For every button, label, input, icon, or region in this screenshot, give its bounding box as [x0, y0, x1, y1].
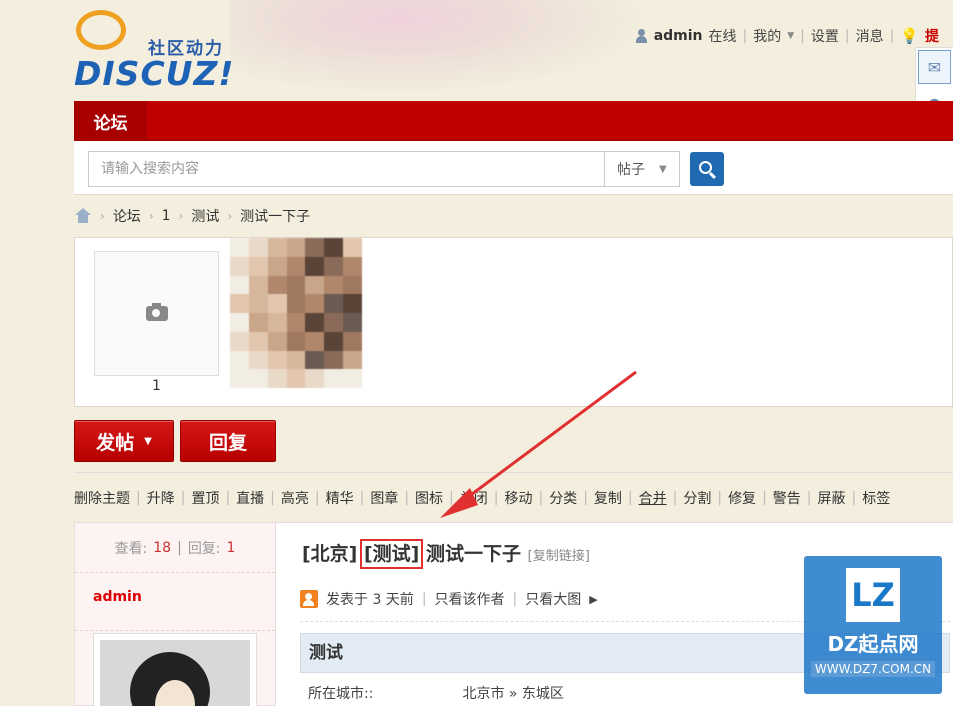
- mod-highlight[interactable]: 高亮: [281, 488, 309, 508]
- mod-merge[interactable]: 合并: [639, 488, 667, 508]
- title-tag[interactable]: [测试]: [359, 539, 424, 569]
- views-label: 查看:: [114, 540, 148, 557]
- search-input[interactable]: 请输入搜索内容: [88, 151, 604, 187]
- album-thumbnail[interactable]: [94, 251, 219, 376]
- header-decoration: [230, 0, 650, 95]
- chevron-down-icon: ▼: [659, 163, 667, 175]
- posted-time: 发表于 3 天前: [326, 592, 414, 608]
- chevron-down-icon: ▼: [144, 435, 152, 447]
- album-caption: 1: [152, 378, 161, 394]
- bulb-icon[interactable]: 💡: [900, 27, 919, 45]
- author-only-link[interactable]: 只看该作者: [435, 589, 505, 609]
- breadcrumb-item[interactable]: 1: [162, 208, 171, 224]
- mod-live[interactable]: 直播: [236, 488, 264, 508]
- username-link[interactable]: admin: [654, 28, 703, 44]
- camera-icon: [145, 303, 168, 321]
- breadcrumb-item[interactable]: 测试一下子: [240, 206, 310, 226]
- watermark-logo: LZ: [846, 568, 900, 622]
- post-button[interactable]: 发帖 ▼: [74, 420, 174, 462]
- watermark: LZ DZ起点网 WWW.DZ7.COM.CN: [804, 556, 942, 694]
- reply-button[interactable]: 回复: [180, 420, 276, 462]
- reply-button-label: 回复: [208, 431, 247, 454]
- mod-split[interactable]: 分割: [683, 488, 711, 508]
- breadcrumb-item[interactable]: 测试: [191, 206, 219, 226]
- replies-label: 回复:: [187, 540, 221, 557]
- separator: |: [742, 28, 748, 44]
- separator: |: [844, 28, 850, 44]
- logo-word: DISCUZ!: [74, 54, 235, 93]
- search-type-label: 帖子: [617, 162, 645, 178]
- search-icon: [698, 160, 712, 174]
- avatar[interactable]: [93, 633, 257, 706]
- watermark-name: DZ起点网: [827, 632, 919, 656]
- pixelated-image[interactable]: [230, 238, 362, 388]
- search-bar: 请输入搜索内容 帖子 ▼: [74, 141, 953, 195]
- my-menu[interactable]: 我的: [753, 26, 781, 46]
- user-nav: admin 在线 | 我的 ▼ | 设置 | 消息 | 💡 提: [635, 26, 939, 46]
- mod-ban[interactable]: 屏蔽: [818, 488, 846, 508]
- mod-warn[interactable]: 警告: [773, 488, 801, 508]
- messages-link[interactable]: 消息: [856, 26, 884, 46]
- search-type-select[interactable]: 帖子 ▼: [604, 151, 680, 187]
- mod-tag[interactable]: 标签: [862, 488, 890, 508]
- chevron-down-icon[interactable]: ▼: [787, 31, 794, 41]
- copy-link[interactable]: [复制链接]: [528, 549, 590, 564]
- mod-move[interactable]: 移动: [504, 488, 532, 508]
- views-count: 18: [153, 539, 172, 556]
- replies-count: 1: [226, 539, 236, 556]
- triangle-right-icon[interactable]: ▶: [589, 593, 597, 606]
- author-icon: [300, 590, 318, 608]
- field-value: 北京市 » 东城区: [462, 686, 564, 702]
- separator: |: [800, 28, 805, 44]
- logo-bubble: [76, 10, 126, 50]
- settings-link[interactable]: 设置: [811, 26, 839, 46]
- mod-delete[interactable]: 删除主题: [74, 488, 130, 508]
- chevron-right-icon: ›: [148, 209, 154, 223]
- chevron-right-icon: ›: [178, 209, 184, 223]
- image-album: 1: [74, 237, 953, 407]
- mod-copy[interactable]: 复制: [594, 488, 622, 508]
- main-navbar: 论坛: [74, 101, 953, 141]
- mod-close[interactable]: 关闭: [460, 488, 488, 508]
- post-button-label: 发帖: [96, 431, 135, 454]
- mod-stamp[interactable]: 图章: [370, 488, 398, 508]
- nav-item-forum[interactable]: 论坛: [74, 101, 147, 141]
- avatar-image: [100, 640, 250, 706]
- post-sidebar: 查看: 18 | 回复: 1 admin: [74, 522, 276, 706]
- separator: |: [177, 539, 182, 556]
- site-logo[interactable]: 社区动力 DISCUZ!: [74, 8, 244, 93]
- home-icon[interactable]: [74, 208, 92, 224]
- title-text: 测试一下子: [426, 543, 522, 565]
- breadcrumb: › 论坛 › 1 › 测试 › 测试一下子: [74, 206, 310, 226]
- tip-link[interactable]: 提: [925, 26, 939, 46]
- thread-title: [北京] [测试] 测试一下子 [复制链接]: [302, 539, 590, 569]
- moderation-bar: 删除主题 | 升降 | 置顶 | 直播 | 高亮 | 精华 | 图章 | 图标 | 关闭 | 移动…: [74, 472, 953, 522]
- separator: |: [889, 28, 895, 44]
- chevron-right-icon: ›: [100, 209, 105, 223]
- title-city[interactable]: [北京]: [302, 543, 357, 565]
- mod-icon[interactable]: 图标: [415, 488, 443, 508]
- watermark-url: WWW.DZ7.COM.CN: [810, 661, 936, 677]
- field-label: 所在城市::: [308, 686, 374, 702]
- thread-stats: 查看: 18 | 回复: 1: [75, 523, 275, 573]
- big-image-link[interactable]: 只看大图: [525, 589, 581, 609]
- breadcrumb-item[interactable]: 论坛: [113, 206, 141, 226]
- search-button[interactable]: [690, 152, 724, 186]
- mod-digest[interactable]: 精华: [326, 488, 354, 508]
- user-icon: [635, 29, 648, 43]
- author-name[interactable]: admin: [75, 573, 275, 631]
- post-meta: 发表于 3 天前 | 只看该作者 | 只看大图 ▶: [300, 589, 598, 609]
- mail-icon[interactable]: ✉: [918, 50, 951, 84]
- mod-category[interactable]: 分类: [549, 488, 577, 508]
- mod-bump[interactable]: 升降: [147, 488, 175, 508]
- online-status[interactable]: 在线: [709, 26, 737, 46]
- chevron-right-icon: ›: [227, 209, 233, 223]
- mod-repair[interactable]: 修复: [728, 488, 756, 508]
- field-row: 所在城市:: 北京市 » 东城区: [308, 683, 564, 703]
- mod-sticky[interactable]: 置顶: [191, 488, 219, 508]
